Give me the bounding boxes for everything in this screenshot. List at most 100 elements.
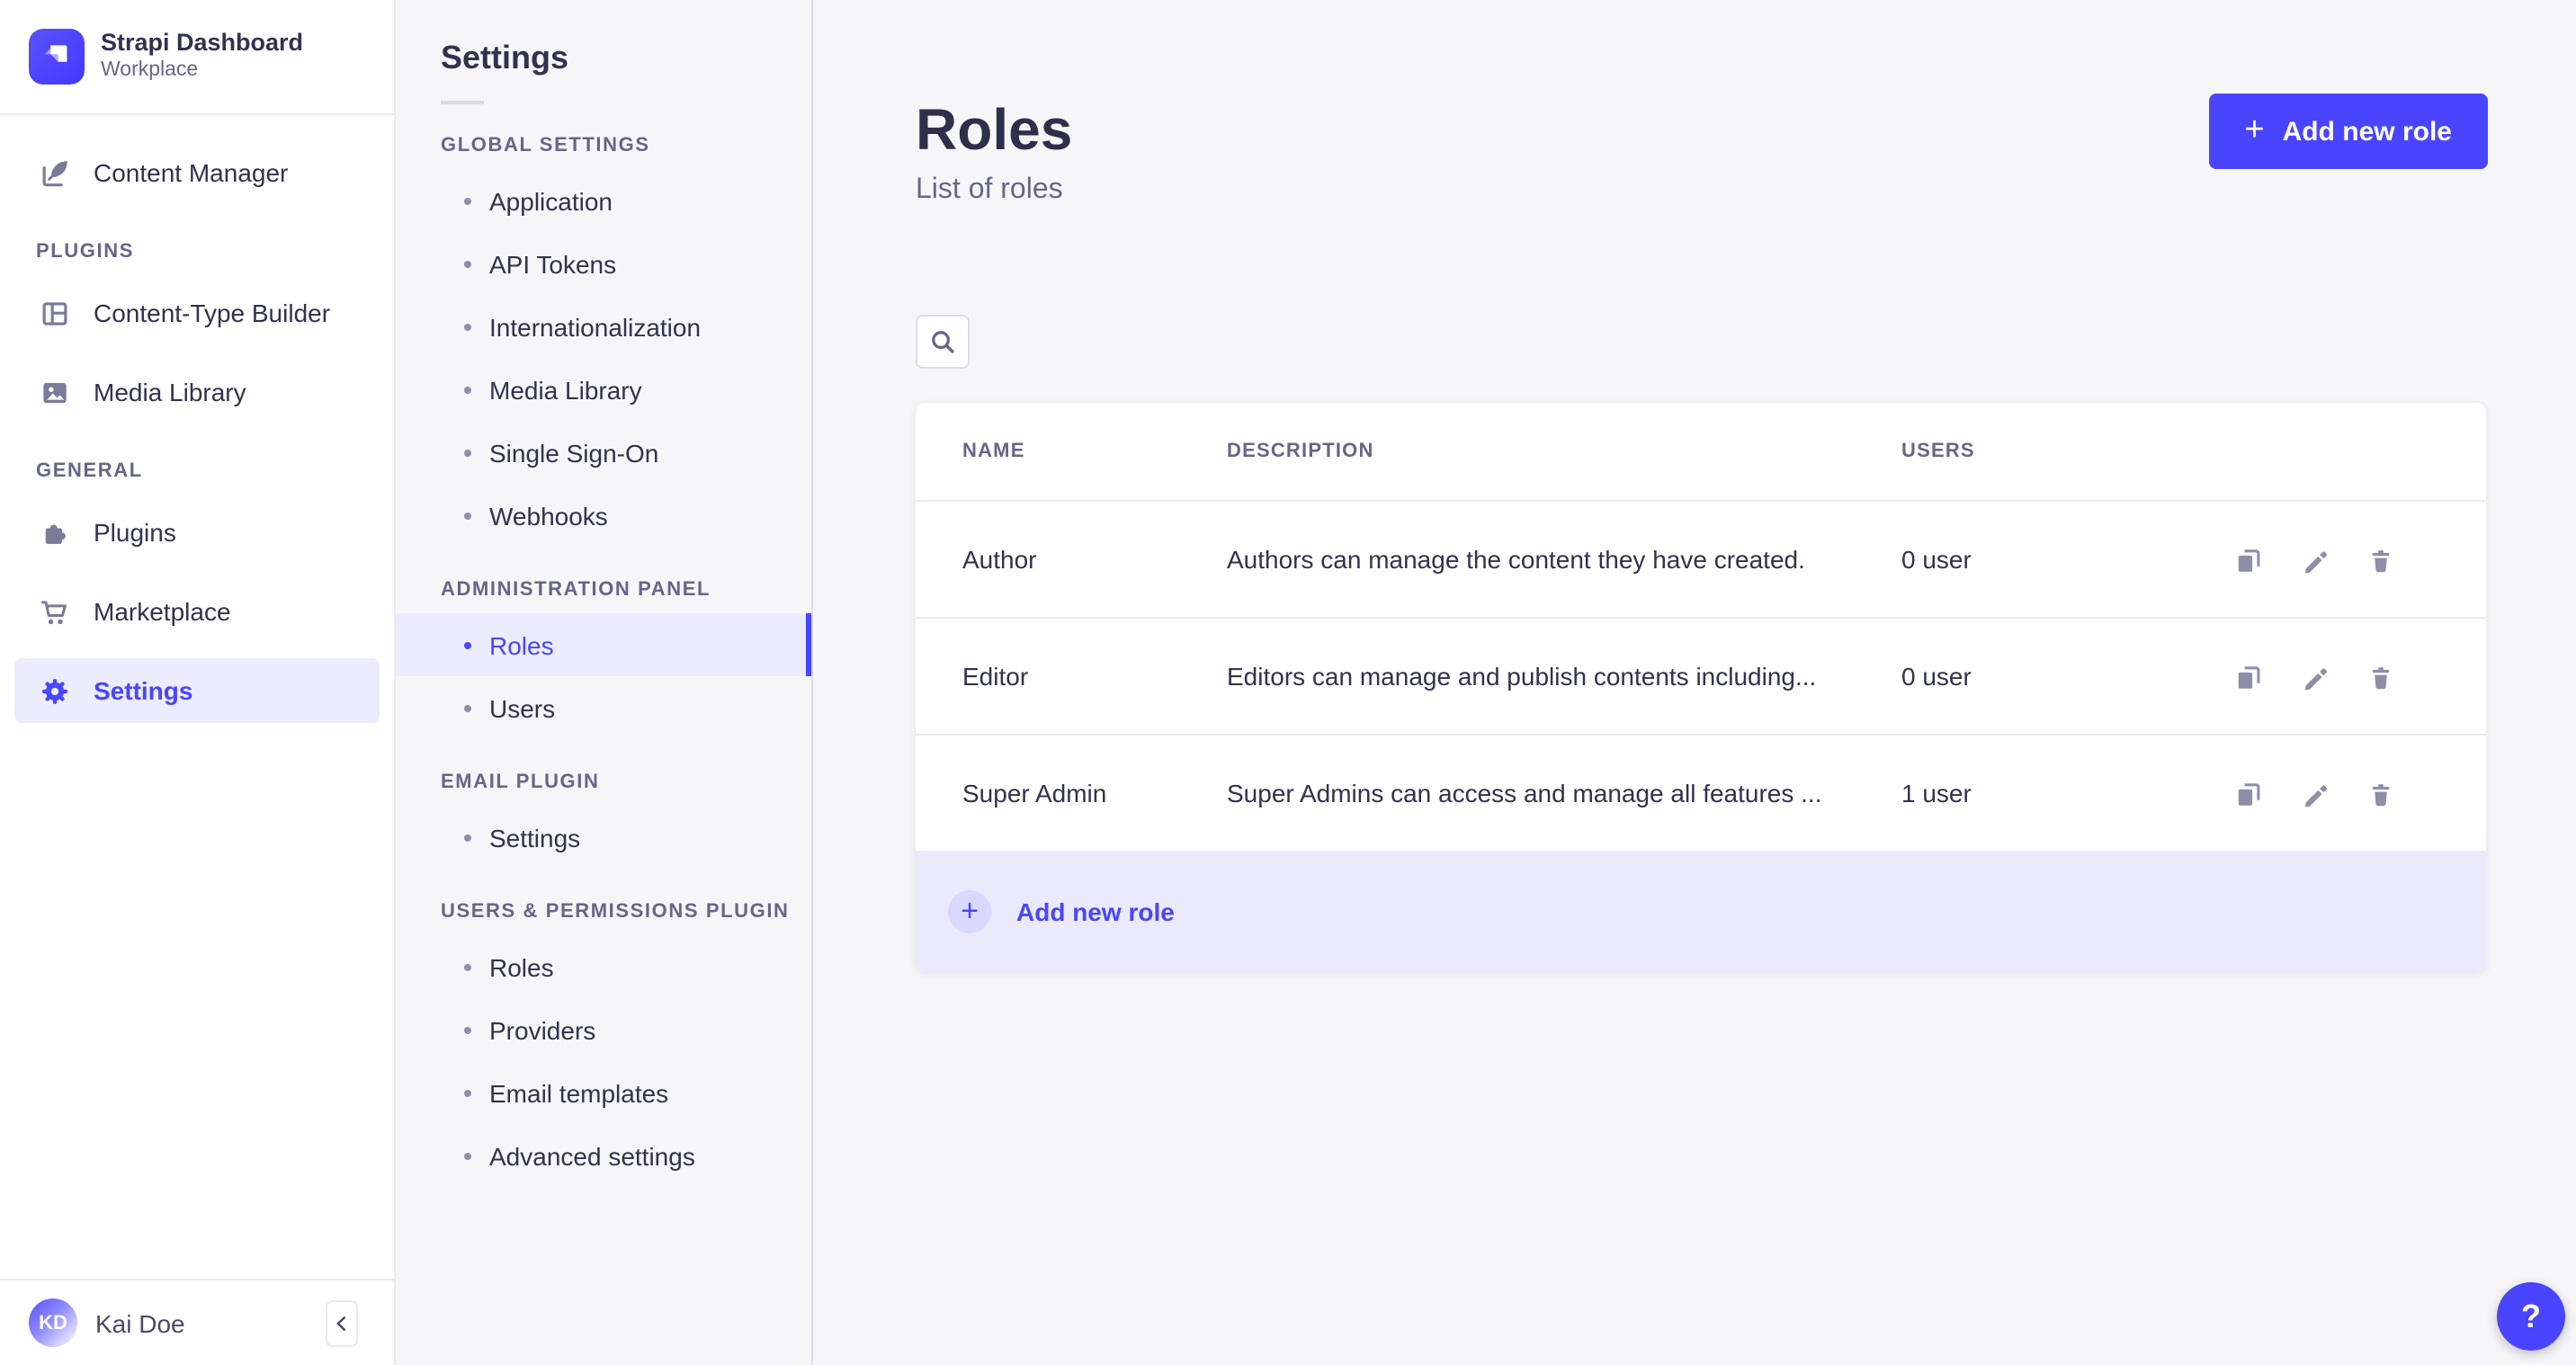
subnav-item-webhooks[interactable]: Webhooks [396,484,811,547]
sidebar-item-plugins[interactable]: Plugins [14,500,380,565]
bullet-icon [464,641,471,648]
subnav-item-users-admin[interactable]: Users [396,676,811,739]
layout-grid-icon [36,295,72,331]
bullet-icon [464,1152,471,1159]
search-icon [928,327,957,356]
column-header-users: USERS [1901,441,1975,462]
workspace-title: Strapi Dashboard [101,29,304,56]
footer-add-role-label: Add new role [1016,897,1175,925]
subnav-section-administration-panel: ADMINISTRATION PANEL [441,579,711,601]
bullet-icon [464,963,471,970]
duplicate-icon [2232,778,2262,808]
help-button[interactable]: ? [2497,1282,2565,1351]
add-new-role-button[interactable]: + Add new role [2208,94,2488,169]
subnav-item-single-sign-on[interactable]: Single Sign-On [396,421,811,484]
workspace-switcher[interactable]: Strapi Dashboard Workplace [0,0,394,115]
page-title: Roles [916,97,1073,162]
bullet-icon [464,512,471,519]
bullet-icon [464,1089,471,1096]
page-subtitle: List of roles [916,174,1063,205]
user-name: Kai Doe [95,1308,185,1337]
gear-icon [36,673,72,709]
app-window: Strapi Dashboard Workplace Content Manag… [0,0,2576,1365]
subnav-item-api-tokens[interactable]: API Tokens [396,232,811,295]
workspace-subtitle: Workplace [101,59,199,82]
bullet-icon [464,1026,471,1033]
sidebar-item-label: Content-Type Builder [94,299,331,327]
sidebar-item-label: Plugins [94,518,176,547]
cart-icon [36,593,72,629]
subnav-section-email-plugin: EMAIL PLUGIN [441,772,600,793]
role-name: Editor [962,662,1029,691]
subnav-title: Settings [441,40,569,76]
delete-role-button[interactable] [2364,777,2396,809]
column-header-name: NAME [962,441,1025,462]
subnav-item-email-settings[interactable]: Settings [396,806,811,869]
delete-role-button[interactable] [2364,543,2396,575]
main-content: Roles List of roles + Add new role NAME … [813,0,2576,1365]
sidebar-item-label: Settings [94,676,193,705]
role-users-count: 1 user [1901,779,1972,807]
subnav-item-advanced-settings[interactable]: Advanced settings [396,1124,811,1187]
pencil-icon [2298,661,2329,691]
sidebar-item-content-type-builder[interactable]: Content-Type Builder [14,281,380,345]
search-button[interactable] [916,315,970,369]
sidebar-section-plugins: PLUGINS [36,241,134,263]
bullet-icon [464,704,471,711]
duplicate-icon [2232,661,2262,691]
subnav-item-media-library[interactable]: Media Library [396,358,811,421]
sidebar-item-label: Content Manager [94,158,289,187]
subnav-section-users-permissions-plugin: USERS & PERMISSIONS PLUGIN [441,901,790,923]
sidebar-footer: KD Kai Doe [0,1279,394,1365]
subnav-item-roles-admin[interactable]: Roles [396,613,811,676]
chevron-left-icon [331,1312,353,1334]
main-sidebar: Strapi Dashboard Workplace Content Manag… [0,0,396,1365]
duplicate-icon [2232,544,2262,575]
bullet-icon [464,449,471,456]
table-footer-add-role[interactable]: + Add new role [916,851,2486,971]
plus-icon: + [961,894,979,928]
subnav-item-email-templates[interactable]: Email templates [396,1061,811,1124]
trash-icon [2365,544,2395,575]
sidebar-item-content-manager[interactable]: Content Manager [14,140,380,205]
delete-role-button[interactable] [2364,660,2396,692]
bullet-icon [464,323,471,330]
sidebar-nav: Content Manager PLUGINS Content-Type Bui… [0,115,394,1279]
bullet-icon [464,260,471,267]
add-role-plus-button[interactable]: + [948,889,991,932]
sidebar-item-media-library[interactable]: Media Library [14,360,380,424]
table-row-author[interactable]: Author Authors can manage the content th… [916,500,2486,617]
duplicate-role-button[interactable] [2231,543,2263,575]
subnav-section-global-settings: GLOBAL SETTINGS [441,135,650,156]
table-row-super-admin[interactable]: Super Admin Super Admins can access and … [916,734,2486,851]
subnav-item-application[interactable]: Application [396,169,811,232]
column-header-description: DESCRIPTION [1227,441,1374,462]
sidebar-item-settings[interactable]: Settings [14,658,380,723]
role-description: Editors can manage and publish contents … [1227,662,1817,691]
subnav-item-internationalization[interactable]: Internationalization [396,295,811,358]
role-users-count: 0 user [1901,545,1972,574]
trash-icon [2365,661,2395,691]
edit-role-button[interactable] [2297,543,2330,575]
subnav-divider [441,101,484,104]
subnav-item-providers[interactable]: Providers [396,998,811,1061]
edit-role-button[interactable] [2297,660,2330,692]
avatar[interactable]: KD [29,1298,77,1347]
bullet-icon [464,834,471,841]
duplicate-role-button[interactable] [2231,660,2263,692]
collapse-sidebar-button[interactable] [326,1299,358,1346]
duplicate-role-button[interactable] [2231,777,2263,809]
strapi-logo-icon [29,29,85,85]
subnav-item-roles-up[interactable]: Roles [396,935,811,998]
sidebar-item-label: Marketplace [94,597,231,626]
role-users-count: 0 user [1901,662,1972,691]
table-row-editor[interactable]: Editor Editors can manage and publish co… [916,617,2486,734]
pencil-icon [2298,544,2329,575]
edit-role-button[interactable] [2297,777,2330,809]
role-name: Super Admin [962,779,1107,807]
bullet-icon [464,197,471,204]
sidebar-item-marketplace[interactable]: Marketplace [14,579,380,644]
pen-icon [36,155,72,191]
role-description: Authors can manage the content they have… [1227,545,1805,574]
sidebar-section-general: GENERAL [36,460,143,482]
